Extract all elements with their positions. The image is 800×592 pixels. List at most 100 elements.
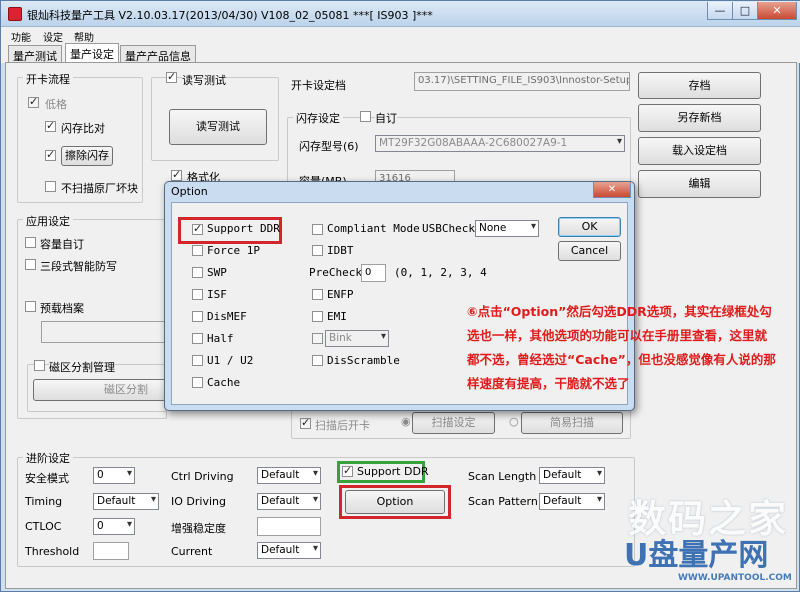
- partition-title: 磁区分割管理: [49, 359, 115, 375]
- menu-help[interactable]: 帮助: [74, 29, 94, 44]
- u1-u2-label: U1 / U2: [207, 354, 254, 367]
- dismef-label: DisMEF: [207, 310, 247, 323]
- cancel-button[interactable]: Cancel: [558, 241, 621, 261]
- rw-test-checkbox[interactable]: [166, 70, 177, 83]
- io-driving-select[interactable]: Default: [257, 493, 321, 510]
- half-checkbox[interactable]: [192, 333, 203, 344]
- ctrl-driving-select[interactable]: Default: [257, 467, 321, 484]
- erase-flash-button[interactable]: 擦除闪存: [61, 146, 113, 166]
- enfp-checkbox[interactable]: [312, 289, 323, 300]
- save-button[interactable]: 存档: [638, 72, 761, 99]
- emi-checkbox[interactable]: [312, 311, 323, 322]
- capacity-custom-checkbox[interactable]: [25, 237, 36, 248]
- precheck-label: PreCheck: [309, 266, 362, 279]
- edit-button[interactable]: 编辑: [638, 170, 761, 198]
- preload-checkbox[interactable]: [25, 301, 36, 312]
- preload-path-field[interactable]: [41, 321, 166, 343]
- watermark-line2: U盘量产网: [624, 538, 769, 573]
- option-dialog-title: Option: [171, 185, 208, 198]
- format-checkbox[interactable]: [171, 168, 182, 181]
- low-format-label: 低格: [45, 98, 67, 111]
- discramble-label: DisScramble: [327, 354, 400, 367]
- usbcheck-select[interactable]: None: [475, 220, 539, 237]
- emi-select[interactable]: Bink: [325, 330, 389, 347]
- u1-u2-checkbox[interactable]: [192, 355, 203, 366]
- menu-settings[interactable]: 设定: [43, 29, 63, 44]
- scan-after-checkbox[interactable]: [300, 416, 311, 429]
- current-select[interactable]: Default: [257, 542, 321, 559]
- flash-model-label: 闪存型号(6): [299, 140, 359, 153]
- scan-length-select[interactable]: Default: [539, 467, 605, 484]
- rw-test-title: 读写测试: [182, 72, 226, 88]
- scan-after-label: 扫描后开卡: [315, 419, 370, 432]
- save-as-button[interactable]: 另存新档: [638, 104, 761, 132]
- option-button[interactable]: Option: [345, 490, 445, 514]
- option-dialog-close-button[interactable]: ✕: [593, 182, 631, 198]
- flash-model-select[interactable]: MT29F32G08ABAAA-2C680027A9-1: [375, 135, 625, 152]
- safe-mode-label: 安全模式: [25, 472, 69, 485]
- scan-pattern-select[interactable]: Default: [539, 493, 605, 510]
- custom-flash-label: 自订: [375, 110, 397, 126]
- minimize-button[interactable]: —: [707, 2, 733, 20]
- compliant-mode-label: Compliant Mode: [327, 222, 420, 235]
- three-stage-checkbox[interactable]: [25, 259, 36, 270]
- isf-label: ISF: [207, 288, 227, 301]
- partition-button[interactable]: 磁区分割: [33, 379, 166, 401]
- tab-strip: 量产测试 量产设定 量产产品信息: [1, 43, 800, 63]
- emi-label: EMI: [327, 310, 347, 323]
- timing-select[interactable]: Default: [93, 493, 159, 510]
- menu-bar: 功能 设定 帮助: [1, 27, 800, 44]
- discramble-checkbox[interactable]: [312, 355, 323, 366]
- simple-scan-radio-icon[interactable]: ○: [509, 415, 519, 428]
- safe-mode-select[interactable]: 0: [93, 467, 135, 484]
- support-ddr-checkbox[interactable]: [342, 464, 353, 477]
- partition-checkbox[interactable]: [34, 360, 45, 371]
- load-settings-button[interactable]: 载入设定档: [638, 137, 761, 165]
- app-settings-title: 应用设定: [23, 213, 73, 229]
- simple-scan-button[interactable]: 简易扫描: [521, 412, 623, 434]
- settings-file-field[interactable]: 03.17)\SETTING_FILE_IS903\Innostor-Setup…: [414, 72, 630, 91]
- half-label: Half: [207, 332, 234, 345]
- emi-select-checkbox[interactable]: [312, 333, 323, 344]
- low-format-checkbox[interactable]: [28, 95, 39, 108]
- custom-flash-checkbox[interactable]: [360, 111, 371, 122]
- rw-test-button[interactable]: 读写测试: [169, 109, 267, 145]
- scan-settings-radio-icon[interactable]: ◉: [401, 415, 411, 428]
- compliant-mode-checkbox[interactable]: [312, 224, 323, 235]
- timing-label: Timing: [25, 495, 63, 508]
- dlg-support-ddr-checkbox[interactable]: [192, 222, 203, 235]
- dlg-support-ddr-label: Support DDR: [207, 222, 280, 235]
- annotation-text: ⑥点击“Option”然后勾选DDR选项，其实在绿框处勾选也一样，其他选项的功能…: [467, 304, 776, 391]
- swp-label: SWP: [207, 266, 227, 279]
- ctrl-driving-label: Ctrl Driving: [171, 470, 234, 483]
- window-title: 银灿科技量产工具 V2.10.03.17(2013/04/30) V108_02…: [27, 9, 433, 22]
- maximize-button[interactable]: □: [732, 2, 758, 20]
- scan-pattern-label: Scan Pattern: [468, 495, 538, 508]
- ok-button[interactable]: OK: [558, 217, 621, 237]
- threshold-label: Threshold: [25, 545, 80, 558]
- cache-checkbox[interactable]: [192, 377, 203, 388]
- precheck-field[interactable]: 0: [361, 264, 386, 282]
- title-bar: 银灿科技量产工具 V2.10.03.17(2013/04/30) V108_02…: [1, 1, 800, 27]
- flash-compare-checkbox[interactable]: [45, 119, 56, 132]
- force-1p-checkbox[interactable]: [192, 245, 203, 256]
- force-1p-label: Force 1P: [207, 244, 260, 257]
- no-scan-bad-checkbox[interactable]: [45, 181, 56, 192]
- stability-field[interactable]: [257, 517, 321, 536]
- tab-production-settings[interactable]: 量产设定: [65, 43, 119, 63]
- ctloc-select[interactable]: 0: [93, 518, 135, 535]
- close-button[interactable]: ✕: [757, 2, 797, 20]
- idbt-checkbox[interactable]: [312, 245, 323, 256]
- scan-settings-button[interactable]: 扫描设定: [412, 412, 495, 434]
- swp-checkbox[interactable]: [192, 267, 203, 278]
- dismef-checkbox[interactable]: [192, 311, 203, 322]
- tab-production-test[interactable]: 量产测试: [8, 45, 62, 63]
- threshold-field[interactable]: [93, 542, 129, 560]
- tab-product-info[interactable]: 量产产品信息: [120, 45, 196, 63]
- erase-flash-checkbox[interactable]: [45, 148, 56, 161]
- ctloc-label: CTLOC: [25, 520, 62, 533]
- app-icon: [8, 7, 22, 21]
- precheck-hint: (0, 1, 2, 3, 4: [394, 266, 487, 279]
- menu-function[interactable]: 功能: [11, 29, 31, 44]
- isf-checkbox[interactable]: [192, 289, 203, 300]
